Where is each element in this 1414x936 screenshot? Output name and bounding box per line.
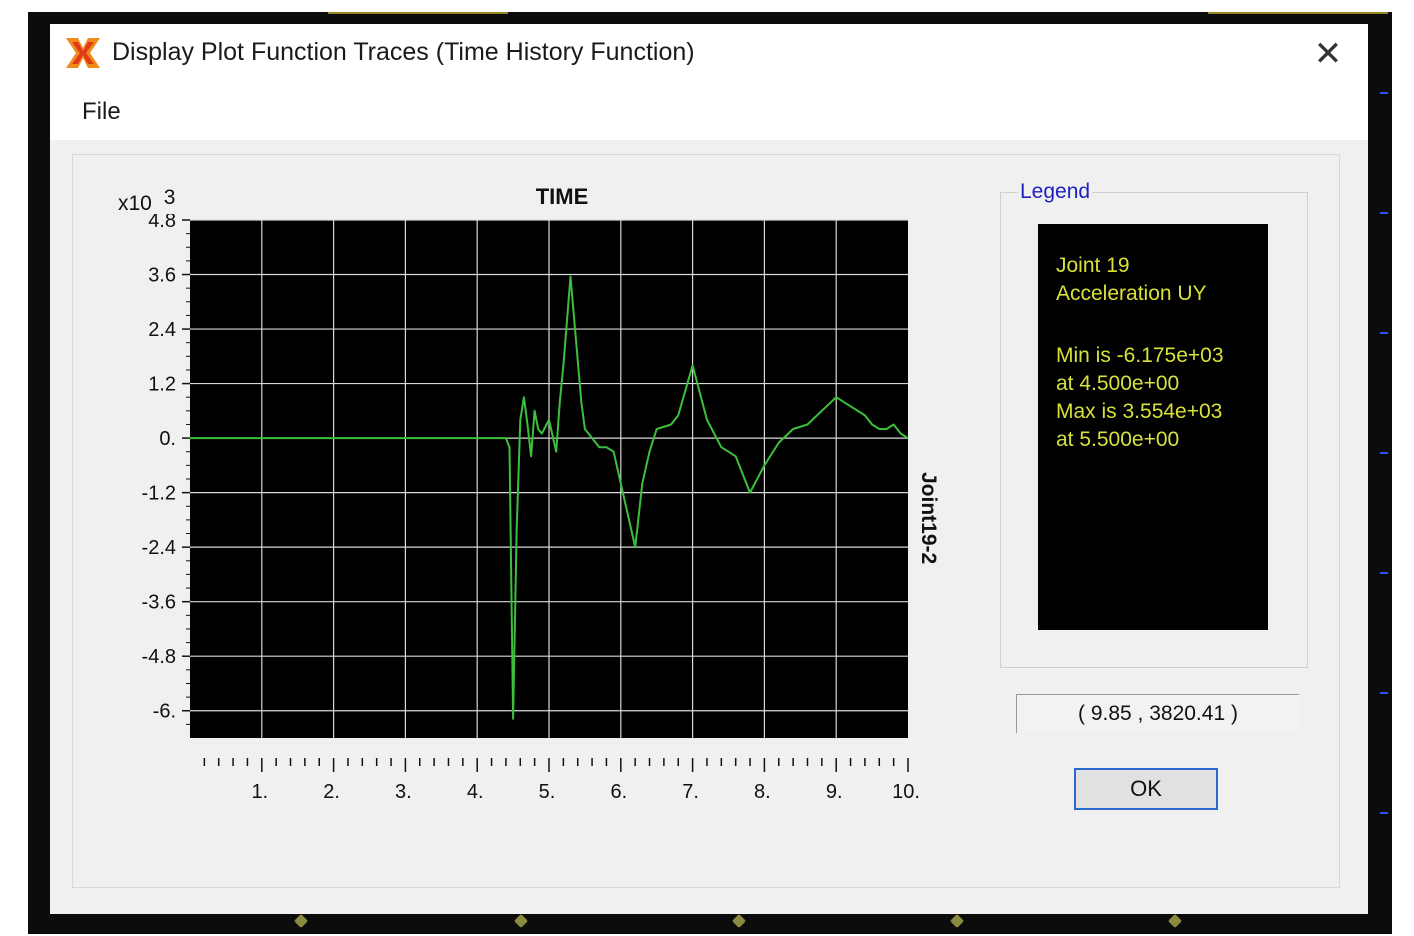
background-blue-marker [1380,692,1388,694]
legend-line: Max is 3.554e+03 [1056,400,1223,423]
background-blue-marker [1380,212,1388,214]
legend-line: Joint 19 [1056,254,1130,277]
close-icon[interactable]: ✕ [1306,34,1350,74]
background-yellow-line [328,12,508,14]
x-tick-label: 6. [610,781,627,803]
x-tick-label: 9. [826,781,843,803]
legend-box: Joint 19 Acceleration UY Min is -6.175e+… [1038,224,1268,630]
cursor-coordinate-readout: ( 9.85 , 3820.41 ) [1016,694,1299,733]
x-tick-label: 3. [395,781,412,803]
y-axis-multiplier: x10 3 [118,186,175,216]
y-tick-label: 2.4 [148,319,176,341]
y-tick-label: -2.4 [142,537,176,559]
y-tick-label: -4.8 [142,646,176,668]
y-tick-label: 1.2 [148,374,176,396]
x-tick-label: 2. [323,781,340,803]
background-joint-marker [731,913,747,929]
y-tick-label: 4.8 [148,214,176,232]
window-title: Display Plot Function Traces (Time Histo… [112,38,695,66]
legend-line: Min is -6.175e+03 [1056,344,1224,367]
background-yellow-line [1208,12,1388,14]
x-tick-label: 8. [754,781,771,803]
plot-function-dialog: Display Plot Function Traces (Time Histo… [50,24,1368,914]
menu-file[interactable]: File [82,98,121,126]
time-history-plot[interactable]: 4.8 3.6 2.4 1.2 0. -1.2 -2.4 -3.6 -4.8 -6. 1. 2. 3. 4… [110,214,930,824]
background-blue-marker [1380,332,1388,334]
background-joint-marker [293,913,309,929]
y-tick-label: 3.6 [148,265,176,287]
legend-line: at 4.500e+00 [1056,372,1180,395]
x-tick-label: 4. [467,781,484,803]
background-blue-marker [1380,452,1388,454]
x-tick-label: 1. [251,781,268,803]
app-icon [66,38,100,68]
x-tick-label: 5. [539,781,556,803]
background-blue-marker [1380,572,1388,574]
y-tick-label: -3.6 [142,592,176,614]
chart-title: TIME [535,184,589,209]
background-joint-marker [513,913,529,929]
multiplier-label: x10 [118,192,152,215]
x-tick-label: 10. [892,781,920,803]
multiplier-exponent: 3 [163,186,176,209]
background-joint-marker [949,913,965,929]
background-blue-marker [1380,812,1388,814]
y-tick-label: 0. [159,428,176,450]
x-tick-label: 7. [682,781,699,803]
ok-button[interactable]: OK [1074,768,1218,810]
menu-bar: File [50,84,1368,140]
legend-title: Legend [1018,180,1093,204]
legend-line: Acceleration UY [1056,282,1207,305]
legend-line: at 5.500e+00 [1056,428,1180,451]
title-bar[interactable]: Display Plot Function Traces (Time Histo… [50,24,1368,84]
background-joint-marker [1167,913,1183,929]
background-blue-marker [1380,92,1388,94]
y-tick-label: -6. [153,701,176,723]
y-tick-label: -1.2 [142,483,176,505]
